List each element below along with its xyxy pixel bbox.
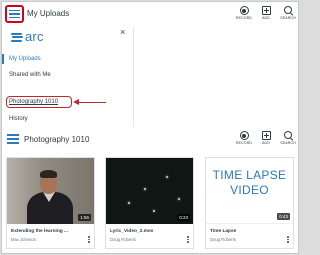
duration-badge: 0:43 [277,213,290,220]
record-label: RECORD [235,16,253,20]
video-thumbnail[interactable]: 0:23 [106,158,193,224]
search-icon [283,6,293,15]
search-button[interactable]: SEARCH [277,6,298,20]
record-button[interactable]: RECORD [233,6,255,20]
video-card[interactable]: 1:56 Extending the learning ... Max John… [6,157,95,249]
video-thumbnail[interactable]: 1:56 [7,158,94,224]
close-icon[interactable]: × [120,27,125,37]
search-label: SEARCH [280,141,296,145]
video-card[interactable]: TIME LAPSE VIDEO 0:43 Time Lapse Doug Ro… [205,157,294,249]
thumbnail-text-line-1: TIME LAPSE [212,168,287,182]
menu-item-shared-with-me[interactable]: Shared with Me [9,72,51,78]
page-title: My Uploads [27,9,70,18]
search-button-secondary[interactable]: SEARCH [277,131,298,145]
video-thumbnail[interactable]: TIME LAPSE VIDEO 0:43 [206,158,293,224]
video-author: Doug Roberts [210,237,236,242]
logo-text: arc [25,29,44,44]
duration-badge: 0:23 [177,214,190,221]
add-label: ADD [262,16,270,20]
menu-item-my-uploads[interactable]: My Uploads [9,56,41,62]
record-icon [239,131,249,140]
more-options-icon[interactable] [287,236,289,243]
top-header: My Uploads RECORD ADD SEARCH [2,2,298,27]
add-label: ADD [262,141,270,145]
annotation-arrow-line [78,101,106,104]
record-label: RECORD [235,141,253,145]
add-icon [261,131,271,140]
record-icon [239,6,249,15]
app-window: My Uploads RECORD ADD SEARCH arc × My Up… [1,1,299,254]
course-header: Photography 1010 RECORD ADD SEARCH [2,127,298,152]
menu-item-history[interactable]: History [9,116,28,122]
course-title: Photography 1010 [24,135,90,144]
more-options-icon[interactable] [88,236,90,243]
thumbnail-text: TIME LAPSE VIDEO [206,168,293,198]
navigation-menu: arc × My Uploads Shared with Me Photogra… [2,27,134,127]
video-title[interactable]: Extending the learning ... [11,229,68,234]
record-button-secondary[interactable]: RECORD [233,131,255,145]
add-button[interactable]: ADD [255,6,277,20]
menu-item-photography-1010[interactable]: Photography 1010 [9,99,58,105]
add-icon [261,6,271,15]
video-title[interactable]: Lyric_Video_2.mov [110,229,153,234]
thumbnail-text-line-2: VIDEO [230,183,269,197]
add-button-secondary[interactable]: ADD [255,131,277,145]
arc-logo: arc [11,29,44,44]
video-card[interactable]: 0:23 Lyric_Video_2.mov Doug Roberts [105,157,194,249]
active-indicator [2,54,4,64]
more-options-icon[interactable] [187,236,189,243]
search-label: SEARCH [280,16,296,20]
search-icon [283,131,293,140]
video-title[interactable]: Time Lapse [210,229,236,234]
hamburger-menu-icon-secondary[interactable] [7,134,19,144]
hamburger-menu-icon[interactable] [5,5,24,23]
video-author: Max Johnson [11,237,36,242]
duration-badge: 1:56 [78,214,91,221]
content-backdrop [134,27,298,127]
arc-logo-icon [11,32,23,42]
video-author: Doug Roberts [110,237,136,242]
